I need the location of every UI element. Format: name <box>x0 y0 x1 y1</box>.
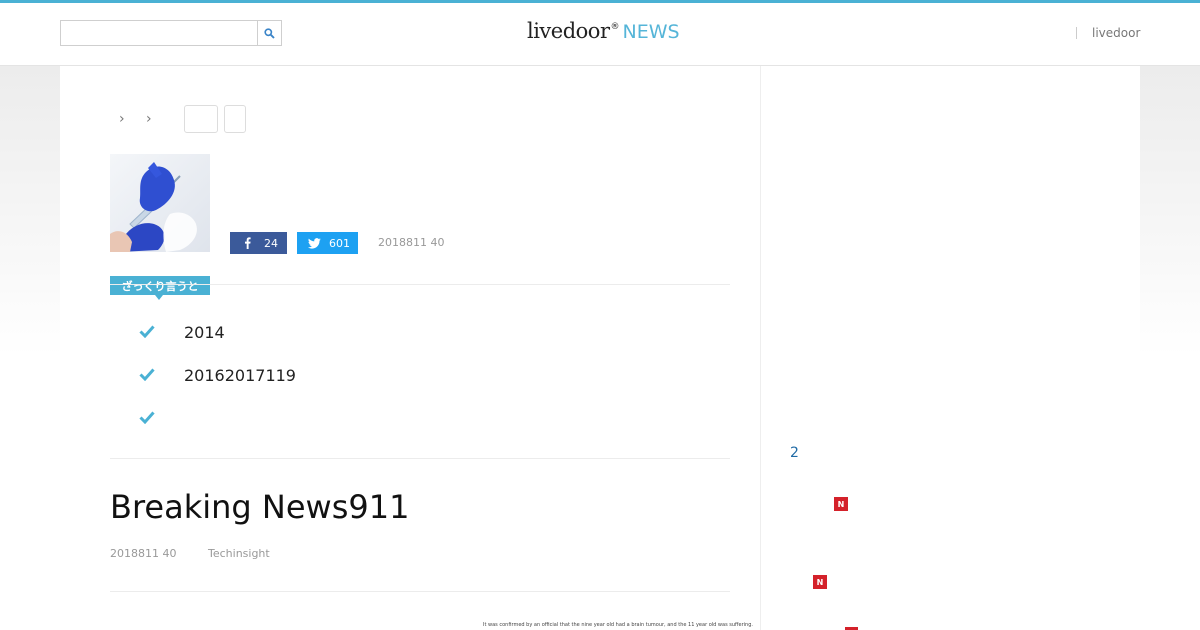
twitter-bird-icon <box>307 237 321 249</box>
logo-news-text: NEWS <box>622 21 680 43</box>
summary-label: ざっくり言うと <box>110 276 210 295</box>
sidebar-ranking-number: 2 <box>790 445 799 461</box>
sidebar <box>760 66 1140 630</box>
divider <box>110 458 730 459</box>
header-divider <box>1076 27 1077 39</box>
facebook-icon <box>243 237 251 249</box>
livedoor-link[interactable]: livedoor <box>1092 26 1140 40</box>
facebook-share-count: 24 <box>264 236 278 250</box>
article-meta-date: 2018811 40 <box>110 547 177 560</box>
news-badge-icon: N <box>813 575 827 589</box>
site-header: livedoor ® NEWS livedoor <box>0 3 1200 66</box>
summary-item: 2014 <box>184 323 225 342</box>
facebook-share-button[interactable]: 24 <box>230 232 287 254</box>
check-icon <box>139 325 155 338</box>
search-icon <box>264 27 275 39</box>
chevron-right-icon: › <box>119 111 125 127</box>
search-button[interactable] <box>257 20 282 46</box>
logo-registered-mark: ® <box>610 22 620 32</box>
article-date: 2018811 40 <box>378 236 445 249</box>
twitter-share-count: 601 <box>329 236 350 250</box>
article-card <box>60 66 760 630</box>
divider <box>110 284 730 285</box>
search-form <box>60 20 282 46</box>
check-icon <box>139 368 155 381</box>
check-icon <box>139 411 155 424</box>
summary-label-pointer <box>155 295 163 300</box>
image-caption: It was confirmed by an official that the… <box>483 622 753 628</box>
site-logo[interactable]: livedoor ® NEWS <box>527 19 680 49</box>
twitter-share-button[interactable]: 601 <box>297 232 358 254</box>
article-source-link[interactable]: Techinsight <box>208 547 270 560</box>
summary-item: 20162017119 <box>184 366 296 385</box>
news-badge-icon: N <box>834 497 848 511</box>
divider <box>110 591 730 592</box>
logo-wordmark: livedoor <box>527 19 610 43</box>
vaccine-injection-image <box>110 154 210 252</box>
search-input[interactable] <box>60 20 258 46</box>
article-thumbnail[interactable] <box>110 154 210 252</box>
chevron-right-icon: › <box>146 111 152 127</box>
article-title: Breaking News911 <box>110 488 410 526</box>
breadcrumb-tag[interactable] <box>184 105 218 133</box>
breadcrumb-tag[interactable] <box>224 105 246 133</box>
